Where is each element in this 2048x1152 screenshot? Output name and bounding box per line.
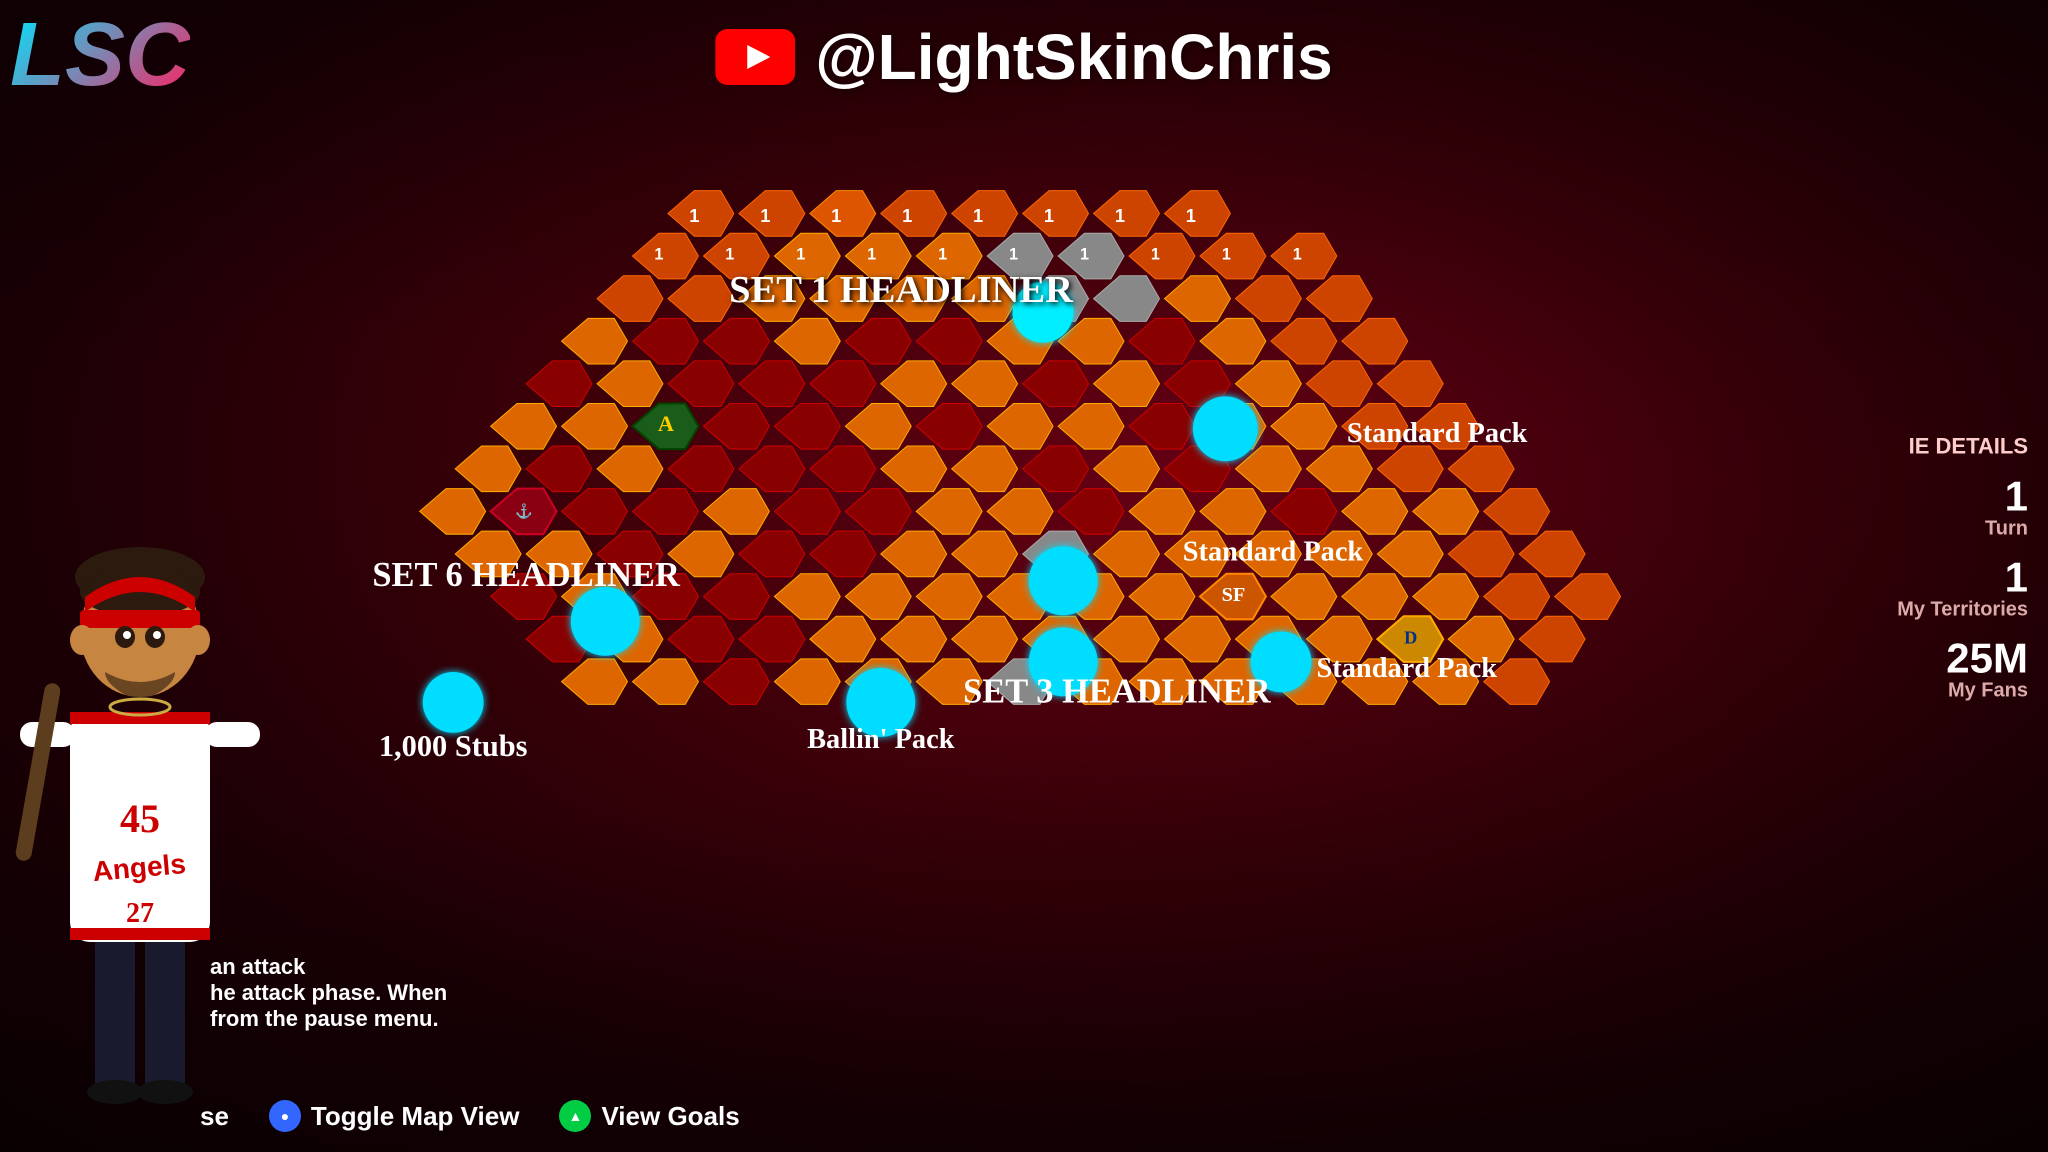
turn-value: 1 bbox=[1897, 476, 2028, 518]
svg-text:⚓: ⚓ bbox=[515, 503, 533, 520]
svg-text:1: 1 bbox=[1151, 246, 1160, 264]
svg-text:1: 1 bbox=[831, 205, 841, 226]
svg-text:1: 1 bbox=[1222, 246, 1231, 264]
map-area: A ⚓ bbox=[200, 140, 2048, 1052]
toggle-label: Toggle Map View bbox=[311, 1101, 520, 1132]
svg-text:1: 1 bbox=[725, 246, 734, 264]
info-overlay: an attack he attack phase. When from the… bbox=[210, 954, 447, 1032]
svg-text:1: 1 bbox=[1115, 205, 1125, 226]
svg-text:1: 1 bbox=[973, 205, 983, 226]
fans-value: 25M bbox=[1897, 638, 2028, 680]
turn-label: Turn bbox=[1897, 518, 2028, 541]
svg-text:Ballin' Pack: Ballin' Pack bbox=[807, 724, 955, 755]
territories-label: My Territories bbox=[1897, 599, 2028, 622]
channel-name: @LightSkinChris bbox=[815, 20, 1333, 94]
svg-text:Standard Pack: Standard Pack bbox=[1183, 537, 1364, 568]
svg-text:SF: SF bbox=[1222, 584, 1246, 606]
hex-grid-svg: A ⚓ bbox=[200, 140, 2048, 1052]
goals-icon: ▲ bbox=[559, 1100, 591, 1132]
svg-text:1: 1 bbox=[1186, 205, 1196, 226]
youtube-icon bbox=[715, 29, 795, 85]
goals-label: View Goals bbox=[601, 1101, 739, 1132]
panel-title: IE DETAILS bbox=[1897, 434, 2028, 460]
fans-label: My Fans bbox=[1897, 680, 2028, 703]
info-line-3: from the pause menu. bbox=[210, 1006, 447, 1032]
svg-text:1: 1 bbox=[1293, 246, 1302, 264]
svg-text:1: 1 bbox=[796, 246, 805, 264]
fans-stat: 25M My Fans bbox=[1897, 638, 2028, 703]
view-goals-button[interactable]: ▲ View Goals bbox=[559, 1100, 739, 1132]
territories-value: 1 bbox=[1897, 557, 2028, 599]
svg-text:1: 1 bbox=[760, 205, 770, 226]
toggle-map-button[interactable]: ● Toggle Map View bbox=[269, 1100, 520, 1132]
svg-text:Standard Pack: Standard Pack bbox=[1347, 418, 1528, 449]
svg-text:SET 3 HEADLINER: SET 3 HEADLINER bbox=[963, 672, 1272, 710]
svg-text:Standard Pack: Standard Pack bbox=[1317, 653, 1498, 684]
svg-text:27: 27 bbox=[126, 898, 154, 929]
svg-text:1: 1 bbox=[1080, 246, 1089, 264]
toggle-icon: ● bbox=[269, 1100, 301, 1132]
right-panel: IE DETAILS 1 Turn 1 My Territories 25M M… bbox=[1897, 434, 2028, 719]
youtube-header: @LightSkinChris bbox=[715, 20, 1333, 94]
territories-stat: 1 My Territories bbox=[1897, 557, 2028, 622]
svg-text:1: 1 bbox=[654, 246, 663, 264]
turn-stat: 1 Turn bbox=[1897, 476, 2028, 541]
svg-text:45: 45 bbox=[120, 796, 160, 841]
svg-text:D: D bbox=[1404, 628, 1417, 648]
svg-text:1: 1 bbox=[1009, 246, 1018, 264]
svg-text:1: 1 bbox=[867, 246, 876, 264]
pause-label: se bbox=[200, 1101, 229, 1132]
svg-text:A: A bbox=[658, 411, 674, 436]
lsc-logo: LSC bbox=[10, 10, 190, 100]
svg-text:1: 1 bbox=[1044, 205, 1054, 226]
info-line-2: he attack phase. When bbox=[210, 980, 447, 1006]
svg-text:1: 1 bbox=[938, 246, 947, 264]
svg-text:1: 1 bbox=[689, 205, 699, 226]
svg-text:1,000 Stubs: 1,000 Stubs bbox=[379, 729, 528, 763]
bottom-bar: se ● Toggle Map View ▲ View Goals bbox=[200, 1100, 1748, 1132]
info-line-1: an attack bbox=[210, 954, 447, 980]
svg-text:SET 6 HEADLINER: SET 6 HEADLINER bbox=[372, 556, 681, 594]
svg-text:1: 1 bbox=[902, 205, 912, 226]
svg-text:SET 1 HEADLINER: SET 1 HEADLINER bbox=[729, 269, 1074, 311]
